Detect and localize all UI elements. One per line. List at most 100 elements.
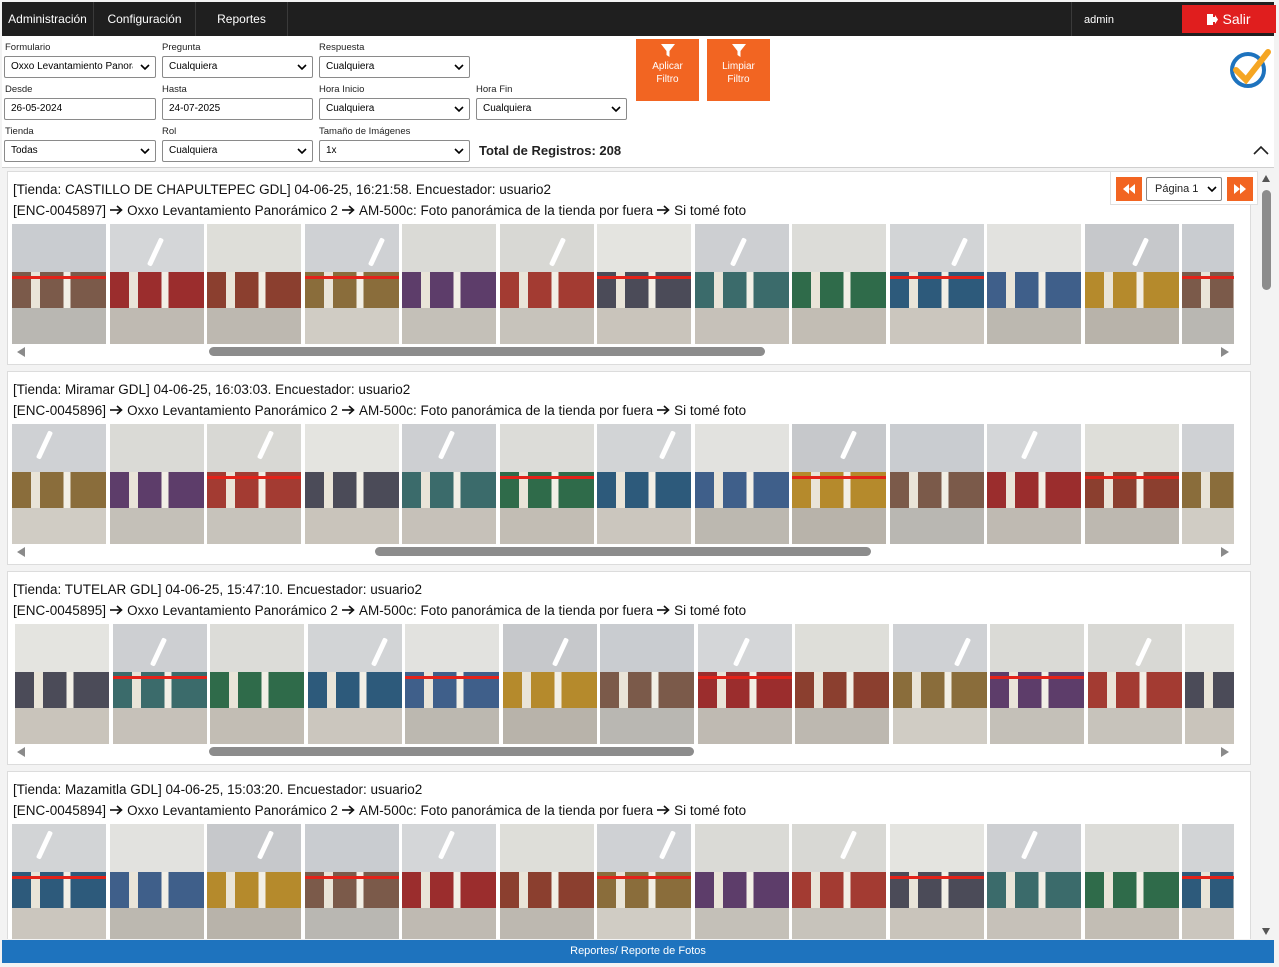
hora-inicio-select[interactable]: Cualquiera xyxy=(319,98,470,120)
nav-configuracion[interactable]: Configuración xyxy=(94,2,196,36)
photo-thumbnail[interactable] xyxy=(207,824,301,939)
photo-thumbnail[interactable] xyxy=(792,824,886,939)
tamano-select[interactable]: 1x xyxy=(319,140,470,162)
photo-thumbnail[interactable] xyxy=(990,624,1084,744)
record-answer: Si tomé foto xyxy=(674,203,747,218)
page-scrollbar[interactable] xyxy=(1259,170,1274,940)
photo-thumbnail[interactable] xyxy=(694,824,789,939)
nav-administracion[interactable]: Administración xyxy=(2,2,94,36)
scroll-right-icon[interactable] xyxy=(1221,547,1229,557)
photo-strip-scrollbar[interactable] xyxy=(12,744,1234,758)
tienda-select[interactable]: Todas xyxy=(4,140,156,162)
photo-thumbnail[interactable] xyxy=(600,624,694,744)
photo-thumbnail[interactable] xyxy=(597,424,691,544)
photo-thumbnail[interactable] xyxy=(402,824,496,939)
scrollbar-thumb[interactable] xyxy=(209,747,694,756)
nav-reportes[interactable]: Reportes xyxy=(196,2,288,36)
record-header: [Tienda: TUTELAR GDL] 04-06-25, 15:47:10… xyxy=(13,582,422,597)
photo-thumbnail[interactable] xyxy=(12,824,106,939)
photo-thumbnail[interactable] xyxy=(694,224,789,344)
apply-filter-button[interactable]: Aplicar Filtro xyxy=(636,39,699,101)
photo-thumbnail[interactable] xyxy=(12,424,106,544)
scroll-up-icon[interactable] xyxy=(1262,175,1270,182)
photo-thumbnail[interactable] xyxy=(792,224,886,344)
photo-thumbnail[interactable] xyxy=(597,824,691,939)
chevron-down-icon xyxy=(140,148,150,155)
hora-fin-select[interactable]: Cualquiera xyxy=(476,98,627,120)
hasta-input[interactable]: 24-07-2025 xyxy=(162,98,313,120)
photo-thumbnail[interactable] xyxy=(1084,824,1179,939)
photo-thumbnail[interactable] xyxy=(987,824,1081,939)
photo-strip[interactable] xyxy=(12,224,1234,344)
photo-thumbnail[interactable] xyxy=(112,624,207,744)
photo-thumbnail[interactable] xyxy=(889,224,984,344)
photo-thumbnail[interactable] xyxy=(795,624,889,744)
photo-thumbnail[interactable] xyxy=(502,624,597,744)
photo-strip[interactable] xyxy=(12,824,1234,939)
photo-thumbnail[interactable] xyxy=(1084,224,1179,344)
photo-thumbnail[interactable] xyxy=(792,424,886,544)
logout-button[interactable]: Salir xyxy=(1182,5,1276,33)
photo-thumbnail[interactable] xyxy=(1087,624,1182,744)
page-select[interactable]: Página 1 xyxy=(1146,177,1222,201)
photo-thumbnail[interactable] xyxy=(207,224,301,344)
pregunta-select[interactable]: Cualquiera xyxy=(162,56,313,78)
photo-strip[interactable] xyxy=(12,624,1234,744)
photo-thumbnail[interactable] xyxy=(1185,624,1234,744)
photo-thumbnail[interactable] xyxy=(694,424,789,544)
record-answer: Si tomé foto xyxy=(674,603,747,618)
photo-thumbnail[interactable] xyxy=(1084,424,1179,544)
photo-thumbnail[interactable] xyxy=(109,224,204,344)
photo-thumbnail[interactable] xyxy=(697,624,792,744)
photo-thumbnail[interactable] xyxy=(499,224,594,344)
hasta-label: Hasta xyxy=(162,84,187,95)
photo-thumbnail[interactable] xyxy=(597,224,691,344)
photo-thumbnail[interactable] xyxy=(1182,224,1234,344)
filter-icon xyxy=(731,44,746,57)
photo-thumbnail[interactable] xyxy=(109,824,204,939)
photo-thumbnail[interactable] xyxy=(405,624,499,744)
photo-thumbnail[interactable] xyxy=(892,624,987,744)
desde-input[interactable]: 26-05-2024 xyxy=(4,98,156,120)
photo-thumbnail[interactable] xyxy=(210,624,304,744)
photo-thumbnail[interactable] xyxy=(304,224,399,344)
photo-thumbnail[interactable] xyxy=(499,824,594,939)
scroll-left-icon[interactable] xyxy=(17,347,25,357)
photo-thumbnail[interactable] xyxy=(207,424,301,544)
next-page-button[interactable] xyxy=(1227,177,1253,201)
photo-thumbnail[interactable] xyxy=(987,224,1081,344)
scroll-down-icon[interactable] xyxy=(1262,928,1270,935)
photo-strip-scrollbar[interactable] xyxy=(12,344,1234,358)
photo-thumbnail[interactable] xyxy=(402,424,496,544)
respuesta-select[interactable]: Cualquiera xyxy=(319,56,470,78)
photo-thumbnail[interactable] xyxy=(109,424,204,544)
prev-page-button[interactable] xyxy=(1116,177,1142,201)
scrollbar-thumb[interactable] xyxy=(1262,190,1271,290)
photo-thumbnail[interactable] xyxy=(15,624,109,744)
hora-fin-label: Hora Fin xyxy=(476,84,513,95)
record-question: AM-500c: Foto panorámica de la tienda po… xyxy=(358,403,654,418)
photo-thumbnail[interactable] xyxy=(304,824,399,939)
photo-thumbnail[interactable] xyxy=(307,624,402,744)
photo-strip-scrollbar[interactable] xyxy=(12,544,1234,558)
scroll-left-icon[interactable] xyxy=(17,747,25,757)
scroll-right-icon[interactable] xyxy=(1221,347,1229,357)
clear-filter-button[interactable]: Limpiar Filtro xyxy=(707,39,770,101)
photo-thumbnail[interactable] xyxy=(1182,824,1234,939)
photo-thumbnail[interactable] xyxy=(987,424,1081,544)
rol-select[interactable]: Cualquiera xyxy=(162,140,313,162)
photo-thumbnail[interactable] xyxy=(12,224,106,344)
chevron-up-icon[interactable] xyxy=(1252,144,1270,156)
formulario-select[interactable]: Oxxo Levantamiento Panorámico 2 xyxy=(4,56,156,78)
scrollbar-thumb[interactable] xyxy=(209,347,765,356)
photo-thumbnail[interactable] xyxy=(889,424,984,544)
photo-thumbnail[interactable] xyxy=(402,224,496,344)
photo-thumbnail[interactable] xyxy=(889,824,984,939)
scroll-left-icon[interactable] xyxy=(17,547,25,557)
photo-thumbnail[interactable] xyxy=(499,424,594,544)
photo-strip[interactable] xyxy=(12,424,1234,544)
scrollbar-thumb[interactable] xyxy=(374,547,872,556)
scroll-right-icon[interactable] xyxy=(1221,747,1229,757)
photo-thumbnail[interactable] xyxy=(1182,424,1234,544)
photo-thumbnail[interactable] xyxy=(304,424,399,544)
